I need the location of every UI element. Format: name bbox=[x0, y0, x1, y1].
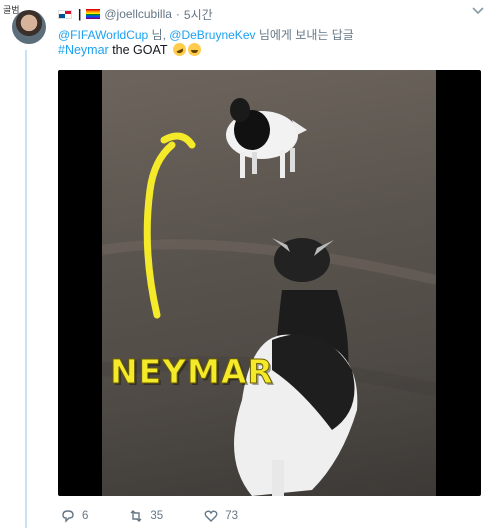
goat-far bbox=[226, 98, 307, 178]
thread-line bbox=[25, 50, 27, 528]
retweet-button[interactable]: 35 bbox=[128, 508, 163, 524]
joy-emoji-icon bbox=[187, 43, 201, 56]
tweet-actions: 6 35 73 bbox=[60, 507, 278, 525]
like-button[interactable]: 73 bbox=[203, 508, 238, 524]
header-dot: · bbox=[175, 7, 180, 21]
video-player[interactable]: NEYMAR bbox=[58, 70, 481, 496]
tweet-body: the GOAT bbox=[108, 43, 171, 57]
reply-connector: 님, bbox=[148, 28, 170, 42]
retweet-icon bbox=[130, 510, 142, 522]
rofl-emoji-icon bbox=[170, 40, 188, 59]
reply-suffix: 님에게 보내는 답글 bbox=[255, 28, 354, 42]
chevron-down-icon[interactable] bbox=[472, 6, 484, 16]
like-count: 73 bbox=[225, 510, 238, 522]
user-handle[interactable]: @joellcubilla bbox=[104, 7, 172, 21]
rainbow-flag-icon bbox=[86, 9, 101, 19]
tweet-time[interactable]: 5시간 bbox=[184, 6, 213, 23]
mention-debruynekev[interactable]: @DeBruyneKev bbox=[169, 28, 255, 42]
retweet-count: 35 bbox=[150, 510, 164, 522]
tweet-text: #Neymar the GOAT bbox=[58, 40, 201, 59]
panama-flag-icon bbox=[58, 9, 72, 19]
video-scene bbox=[102, 98, 436, 496]
avatar[interactable] bbox=[12, 10, 46, 44]
reply-icon bbox=[62, 510, 74, 523]
reply-count: 6 bbox=[82, 510, 89, 522]
header-separator: | bbox=[78, 7, 82, 21]
reply-button[interactable]: 6 bbox=[60, 508, 88, 524]
mention-fifaworldcup[interactable]: @FIFAWorldCup bbox=[58, 28, 148, 42]
video-caption: NEYMAR bbox=[110, 352, 274, 392]
heart-icon bbox=[204, 510, 218, 522]
tweet-header: | @joellcubilla · 5시간 bbox=[58, 5, 484, 23]
video-frame[interactable]: NEYMAR bbox=[102, 70, 436, 496]
hashtag-neymar[interactable]: #Neymar bbox=[58, 43, 109, 57]
reply-context: @FIFAWorldCup 님, @DeBruyneKev 님에게 보내는 답글 bbox=[58, 26, 354, 43]
